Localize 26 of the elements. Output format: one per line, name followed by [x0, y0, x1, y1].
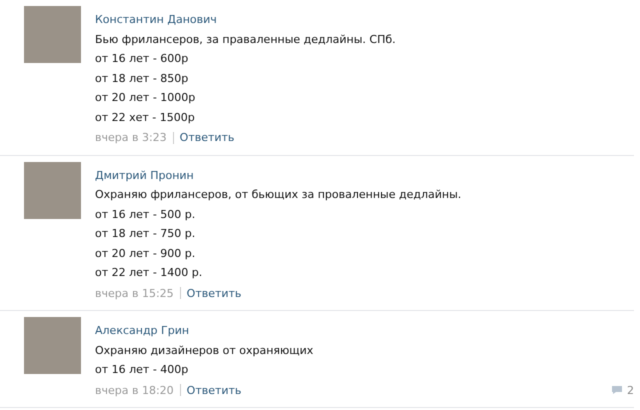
reply-link[interactable]: Ответить	[186, 380, 242, 400]
comment-text: Охраняю дизайнеров от охраняющих	[95, 342, 314, 358]
comment-text: от 18 лет - 750 р.	[95, 226, 196, 242]
comment-time: вчера в 15:25	[95, 286, 174, 302]
comment-text: от 22 лет - 1400 р.	[95, 265, 204, 281]
reply-link[interactable]: Ответить	[180, 128, 234, 148]
author-name[interactable]: Александр Грин	[95, 321, 634, 340]
author-name[interactable]: Константин Данович	[95, 10, 634, 30]
comment-text: от 22 хет - 1500р	[95, 110, 196, 126]
comment-text: от 16 лет - 600р	[95, 51, 190, 67]
avatar-photo-placeholder	[24, 162, 81, 218]
comment-text: от 16 лет - 500 р.	[95, 206, 196, 222]
comment-text: Охраняю фрилансеров, от бьющих за проваленные дедлайны.	[95, 187, 462, 203]
comment-count: 2	[627, 382, 634, 398]
comment-text: от 20 лет - 1000р	[95, 90, 196, 106]
comment-time: вчера в 3:23	[95, 130, 167, 146]
comment-text: от 20 лет - 900 р.	[95, 246, 196, 262]
reply-link[interactable]: Ответить	[186, 284, 242, 303]
comment-text: от 16 лет - 400р	[95, 362, 190, 378]
comment-text: Бью фрилансеров, за праваленные дедлайны. СПб.	[95, 32, 397, 48]
comment-time: вчера в 18:20	[95, 382, 174, 398]
avatar-photo-placeholder	[24, 317, 81, 374]
avatar-photo-placeholder	[24, 6, 81, 63]
comment-text: от 18 лет - 850р	[95, 70, 190, 86]
comment-icon[interactable]	[611, 385, 623, 396]
author-name[interactable]: Дмитрий Пронин	[95, 166, 634, 185]
